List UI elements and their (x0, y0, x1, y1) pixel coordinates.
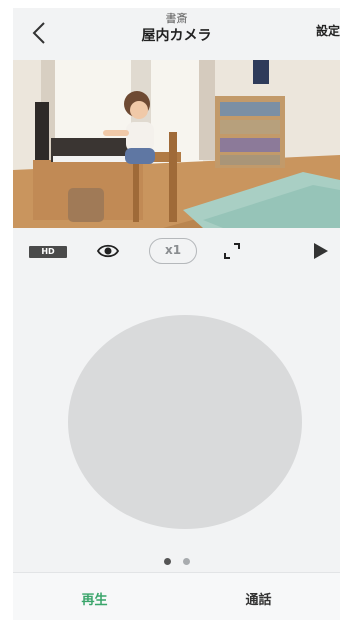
tab-call[interactable]: 通話 (177, 573, 340, 620)
chevron-left-icon[interactable] (27, 20, 53, 46)
pan-tilt-joystick[interactable] (68, 315, 302, 529)
eye-icon[interactable] (97, 242, 119, 260)
zoom-button[interactable]: x1 (149, 238, 197, 264)
hd-toggle[interactable]: HD (29, 246, 67, 258)
tab-playback[interactable]: 再生 (13, 573, 176, 620)
page-dot-active[interactable] (163, 558, 171, 565)
camera-toolbar: HD x1 (13, 230, 340, 272)
page-dot[interactable] (182, 558, 190, 565)
play-icon[interactable] (313, 242, 329, 260)
camera-feed[interactable] (13, 60, 340, 228)
app-screen: 書斎 屋内カメラ 設定 HD x1 再生 通話 (13, 8, 340, 620)
bottom-tab-bar: 再生 通話 (13, 572, 340, 620)
camera-scene (13, 60, 340, 228)
header: 書斎 屋内カメラ 設定 (13, 8, 340, 60)
fullscreen-icon[interactable] (223, 242, 241, 260)
title-block: 書斎 屋内カメラ (73, 12, 280, 46)
room-subtitle: 書斎 (165, 12, 188, 25)
page-title: 屋内カメラ (141, 28, 212, 44)
settings-button[interactable]: 設定 (316, 22, 340, 39)
page-indicator (13, 558, 340, 565)
